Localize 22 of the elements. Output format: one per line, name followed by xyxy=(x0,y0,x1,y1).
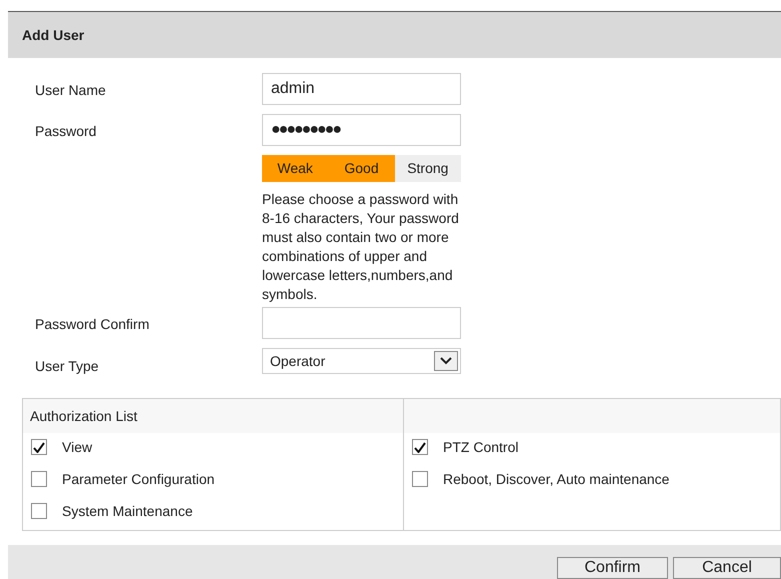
checkbox-option[interactable]: View xyxy=(31,437,403,457)
cancel-button[interactable]: Cancel xyxy=(673,557,781,579)
strength-segment: Weak xyxy=(262,155,328,182)
authorization-list-title: Authorization List xyxy=(30,406,138,426)
input-field[interactable]: admin xyxy=(262,73,461,105)
password-hint: Please choose a password with 8-16 characters, Your password must also contain two or more combinations of upper and lowercase letters,numbers,and symbols. xyxy=(262,190,460,304)
strength-segment: Strong xyxy=(394,155,461,182)
field-label: User Type xyxy=(35,358,99,374)
chevron-down-icon xyxy=(434,351,458,371)
field-label: Password Confirm xyxy=(35,316,150,332)
checkbox-option[interactable]: Reboot, Discover, Auto maintenance xyxy=(412,469,780,489)
field-label: User Name xyxy=(35,82,106,98)
checkbox-option[interactable]: PTZ Control xyxy=(412,437,780,457)
confirm-button[interactable]: Confirm xyxy=(557,557,668,579)
dialog-title: Add User xyxy=(22,26,84,44)
checkbox-option[interactable]: System Maintenance xyxy=(31,501,403,521)
strength-segment: Good xyxy=(328,155,395,182)
field-label: Password xyxy=(35,123,96,139)
user-type-dropdown[interactable]: Operator xyxy=(262,348,461,374)
checkbox-option[interactable]: Parameter Configuration xyxy=(31,469,403,489)
password-field[interactable]: ●●●●●●●●● xyxy=(262,114,461,146)
input-field[interactable] xyxy=(262,307,461,339)
